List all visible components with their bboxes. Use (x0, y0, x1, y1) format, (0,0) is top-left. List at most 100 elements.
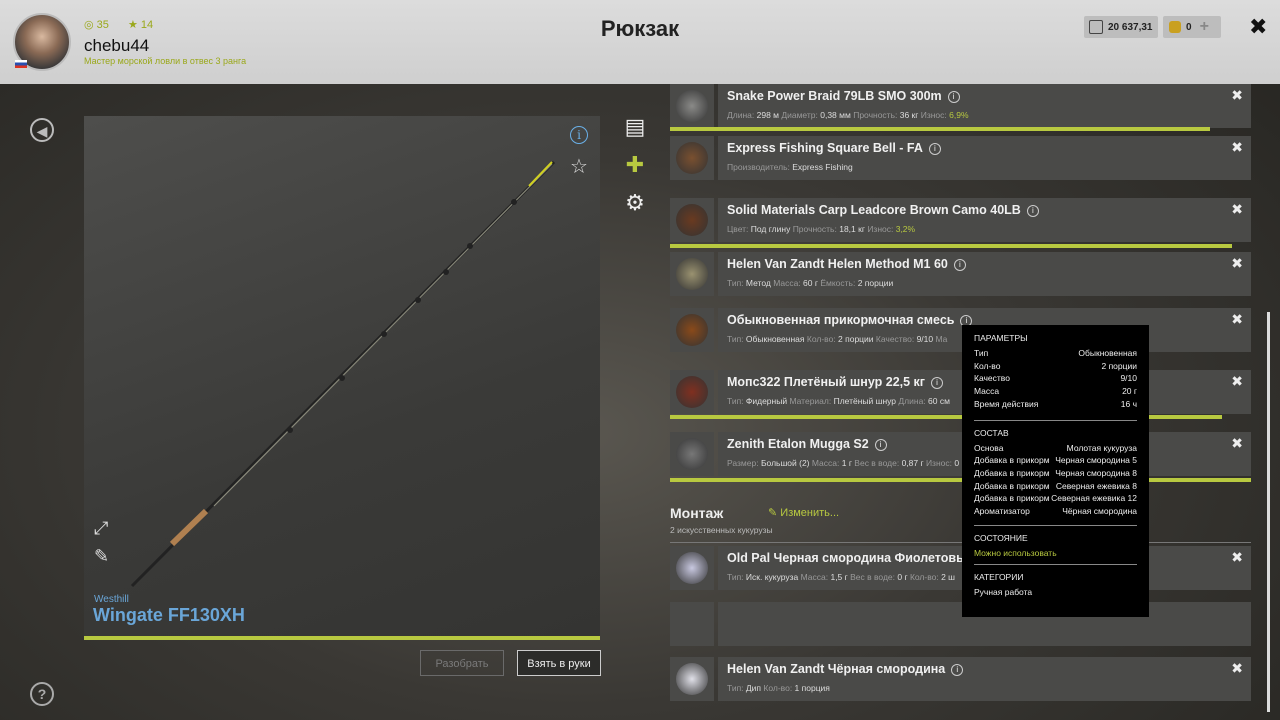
prop-label: Масса: (811, 458, 842, 468)
empty-slot-thumb[interactable] (670, 602, 714, 646)
prop-label: Износ: (920, 110, 950, 120)
prop-value: 0 (954, 458, 960, 468)
gold-balance: 0 + (1163, 16, 1221, 38)
list-item[interactable]: Обыкновенная прикормочная смесь i Тип: Обы… (670, 308, 1251, 352)
info-icon[interactable]: i (928, 143, 941, 155)
puzzle-icon[interactable]: ✚ (622, 152, 648, 178)
prop-label: Ёмкость: (820, 278, 858, 288)
prop-label: Тип: (727, 683, 746, 693)
composition-key: Ароматизатор (974, 506, 1030, 516)
list-item[interactable]: Old Pal Черная смородина Фиолетовыйi Тип:… (670, 546, 1251, 590)
prop-label: Кол-во: (763, 683, 795, 693)
notes-icon[interactable]: ▤ (622, 114, 648, 140)
remove-icon[interactable]: ✖ (1231, 255, 1243, 272)
composition-title: СОСТАВ (974, 427, 1009, 438)
item-props: Тип: Обыкновенная Кол-во: 2 порции Качес… (727, 334, 947, 344)
wear-bar (670, 127, 1211, 131)
item-tooltip: ПАРАМЕТРЫ Тип Обыкновенная Кол-во 2 порции Ка… (962, 325, 1149, 617)
flag-icon (15, 60, 27, 68)
item-image (676, 142, 708, 174)
favorite-star-icon[interactable]: ☆ (570, 154, 588, 179)
param-key: Тип (974, 348, 989, 358)
item-card[interactable]: Helen Van Zandt Чёрная смородина i Тип: Ди… (718, 657, 1251, 701)
list-item[interactable]: Helen Van Zandt Чёрная смородина i Тип: Ди… (670, 657, 1251, 701)
prop-value: 2 ш (941, 572, 956, 582)
param-key: Масса (974, 386, 1000, 397)
remove-icon[interactable]: ✖ (1231, 549, 1243, 566)
prop-label: Кол-во: (909, 572, 942, 582)
list-item[interactable]: Мопс322 Плетёный шнур 22,5 кг i Тип: Фидер… (670, 370, 1251, 414)
prop-label: Ма (935, 334, 948, 344)
list-item[interactable]: Snake Power Braid 79LB SMO 300m i Длина: 2… (670, 84, 1251, 128)
silver-coin-icon (1089, 20, 1103, 34)
gear-icon[interactable]: ⚙ (622, 190, 648, 216)
remove-icon[interactable]: ✖ (1231, 373, 1243, 390)
composition-value: Молотая кукуруза (1066, 442, 1137, 453)
remove-icon[interactable]: ✖ (1231, 201, 1243, 218)
item-card[interactable]: Solid Materials Carp Leadcore Brown Camo… (718, 198, 1251, 242)
disassemble-button[interactable]: Разобрать (420, 650, 504, 676)
help-button[interactable]: ? (30, 682, 54, 706)
close-button[interactable]: ✖ (1249, 14, 1267, 40)
info-icon[interactable]: i (931, 377, 944, 389)
remove-icon[interactable]: ✖ (1231, 435, 1243, 452)
edit-montage-button[interactable]: ✎ Изменить... (768, 506, 839, 519)
add-gold-button[interactable]: + (1200, 18, 1209, 36)
rod-tip (528, 161, 553, 187)
prop-value: Фидерный (745, 396, 790, 406)
scrollbar[interactable] (1267, 312, 1270, 712)
info-icon[interactable]: i (874, 439, 887, 451)
prop-value: 0,87 г (901, 458, 926, 468)
rod-guide (381, 331, 387, 337)
item-props: Тип: Дип Кол-во: 1 порция (727, 683, 830, 693)
back-button[interactable]: ◀ (30, 118, 54, 142)
item-name: Helen Van Zandt Чёрная смородина i (727, 662, 964, 676)
prop-value: 298 м (756, 110, 782, 120)
item-card[interactable]: Helen Van Zandt Helen Method M1 60 i Тип: … (718, 252, 1251, 296)
paint-brush-icon[interactable]: ✎ (94, 546, 109, 567)
rod-model: Wingate FF130XH (93, 605, 245, 625)
prop-value: Дип (745, 683, 764, 693)
prop-value: 1 г (841, 458, 855, 468)
remove-icon[interactable]: ✖ (1231, 660, 1243, 677)
info-icon[interactable]: i (951, 664, 964, 676)
item-name: Мопс322 Плетёный шнур 22,5 кг i (727, 375, 944, 389)
info-icon[interactable]: i (1026, 205, 1039, 217)
info-icon[interactable]: i (953, 259, 966, 271)
item-props: Длина: 298 м Диаметр: 0,38 мм Прочность:… (727, 110, 969, 120)
rod-preview-panel: i ☆ ⤢ ✎ Westhill Wingate FF130XH (84, 116, 600, 640)
list-item[interactable]: Zenith Etalon Mugga S2 i Размер: Большой (… (670, 432, 1251, 476)
list-item[interactable]: Helen Van Zandt Helen Method M1 60 i Тип: … (670, 252, 1251, 296)
rod-image (130, 160, 556, 588)
prop-value: 1,5 г (830, 572, 851, 582)
item-props: Тип: Иск. кукуруза Масса: 1,5 г Вес в во… (727, 572, 955, 582)
composition-row: Добавка в прикорм Черная смородина 5 (974, 455, 1137, 467)
prop-label: Качество: (875, 334, 917, 344)
prop-value: 2 порции (838, 334, 876, 344)
category-value: Ручная работа (974, 586, 1033, 597)
rod-condition-bar (84, 636, 600, 640)
prop-label: Прочность: (792, 224, 840, 234)
expand-icon[interactable]: ⤢ (94, 518, 108, 539)
list-item[interactable]: Solid Materials Carp Leadcore Brown Camo… (670, 198, 1251, 242)
edit-icon: ✎ (768, 507, 781, 519)
remove-icon[interactable]: ✖ (1231, 139, 1243, 156)
param-value: 20 г (1122, 386, 1137, 397)
rank-title: Мастер морской ловли в отвес 3 ранга (84, 56, 247, 66)
list-item[interactable]: Express Fishing Square Bell - FA i Произво… (670, 136, 1251, 180)
remove-icon[interactable]: ✖ (1231, 87, 1243, 104)
prop-value: Метод (745, 278, 774, 288)
item-image (676, 258, 708, 290)
take-in-hands-button[interactable]: Взять в руки (517, 650, 601, 676)
wear-bar (670, 244, 1233, 248)
prop-label: Прочность: (853, 110, 900, 120)
item-card[interactable]: Snake Power Braid 79LB SMO 300m i Длина: 2… (718, 84, 1251, 128)
item-card[interactable]: Express Fishing Square Bell - FA i Произво… (718, 136, 1251, 180)
info-icon[interactable]: i (947, 91, 960, 103)
composition-key: Добавка в прикорм (974, 493, 1050, 504)
remove-icon[interactable]: ✖ (1231, 311, 1243, 328)
top-bar: ◎ 35 ★ 14 chebu44 Мастер морской ловли в… (0, 0, 1280, 84)
info-icon[interactable]: i (570, 126, 588, 144)
item-props: Цвет: Под глину Прочность: 18,1 кг Износ… (727, 224, 915, 234)
item-thumbnail (670, 136, 714, 180)
